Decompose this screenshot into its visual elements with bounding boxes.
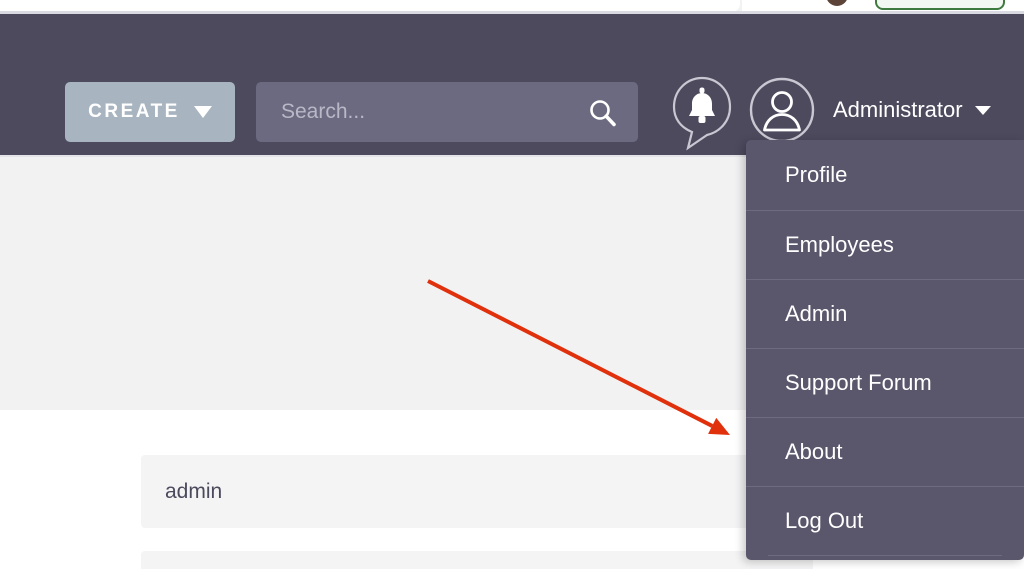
menu-item-label: Log Out	[785, 508, 864, 533]
app-header: CREATE Administrator	[0, 14, 1024, 157]
menu-item-label: Admin	[785, 301, 848, 326]
secondary-field[interactable]	[141, 551, 813, 569]
menu-item-support-forum[interactable]: Support Forum	[746, 348, 1024, 417]
menu-item-profile[interactable]: Profile	[746, 140, 1024, 210]
search-input[interactable]	[256, 82, 586, 142]
user-menu-label: Administrator	[833, 97, 963, 122]
menu-item-label: Employees	[785, 232, 894, 257]
user-dropdown-menu: Profile Employees Admin Support Forum Ab…	[746, 140, 1024, 560]
menu-item-about[interactable]: About	[746, 417, 1024, 486]
app-screen: CREATE Administrator	[0, 0, 1024, 569]
create-button-label: CREATE	[88, 101, 180, 122]
menu-item-admin[interactable]: Admin	[746, 279, 1024, 348]
menu-item-employees[interactable]: Employees	[746, 210, 1024, 279]
partial-green-button[interactable]	[875, 0, 1005, 10]
search-container	[256, 82, 638, 142]
chevron-down-icon	[193, 106, 212, 118]
menu-item-label: About	[785, 439, 843, 464]
caret-down-icon	[974, 105, 991, 115]
create-button[interactable]: CREATE	[65, 82, 235, 142]
menu-bottom-divider	[768, 555, 1002, 556]
user-avatar-icon[interactable]	[748, 76, 816, 144]
bell-notification-icon[interactable]	[668, 74, 736, 152]
page-top-strip	[0, 0, 1024, 14]
user-menu-trigger[interactable]: Administrator	[833, 94, 991, 126]
username-field[interactable]	[141, 455, 813, 528]
search-icon[interactable]	[588, 98, 618, 128]
menu-item-log-out[interactable]: Log Out	[746, 486, 1024, 555]
menu-item-label: Profile	[785, 162, 848, 187]
menu-item-label: Support Forum	[785, 370, 932, 395]
